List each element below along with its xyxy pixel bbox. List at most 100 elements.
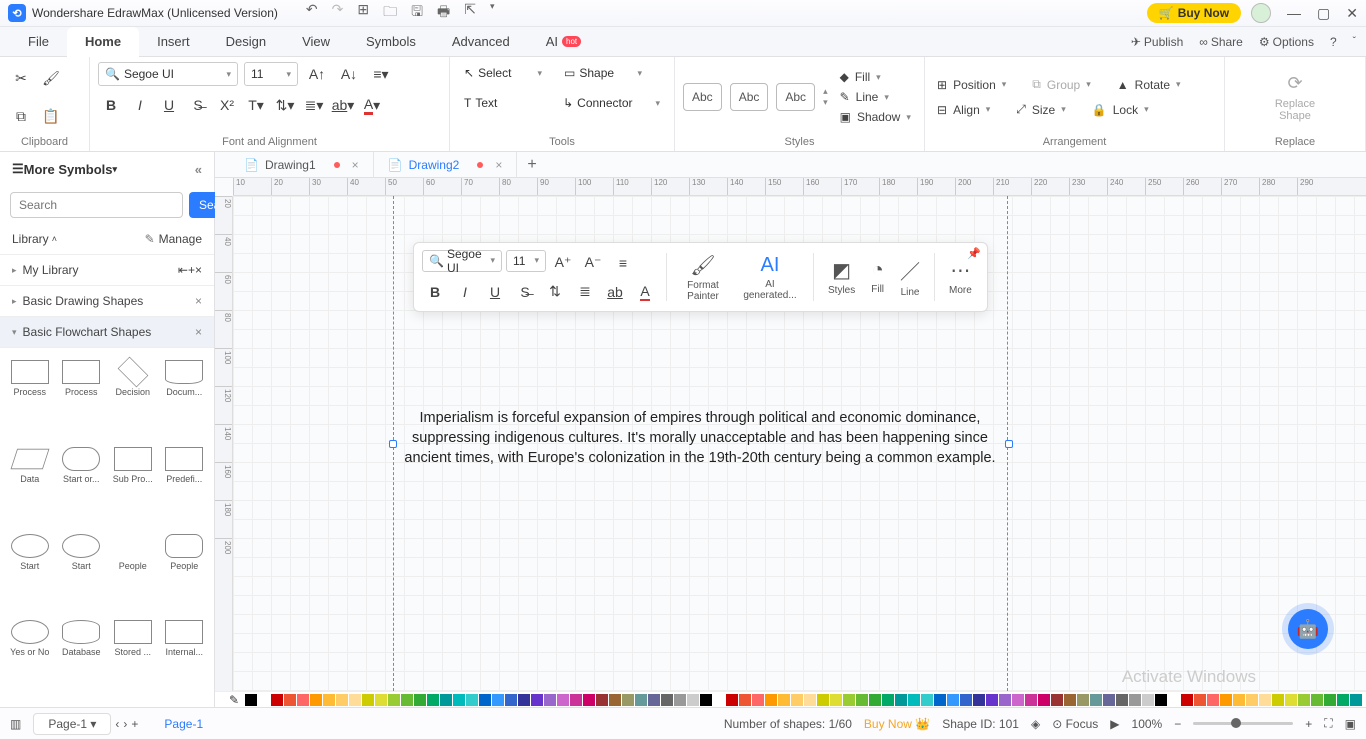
color-swatch[interactable] xyxy=(609,694,621,706)
color-swatch[interactable] xyxy=(804,694,816,706)
tab-home[interactable]: Home xyxy=(67,27,139,57)
shadow-button[interactable]: ▣ Shadow▾ xyxy=(836,108,915,126)
position-button[interactable]: ⊞ Position▾ xyxy=(933,76,1010,94)
color-swatch[interactable] xyxy=(531,694,543,706)
float-format-painter[interactable]: 🖌Format Painter xyxy=(675,251,731,304)
color-swatch[interactable] xyxy=(1025,694,1037,706)
color-swatch[interactable] xyxy=(245,694,257,706)
bold-icon[interactable]: B xyxy=(98,92,124,118)
color-swatch[interactable] xyxy=(934,694,946,706)
color-swatch[interactable] xyxy=(999,694,1011,706)
line-button[interactable]: ✎ Line▾ xyxy=(836,88,915,106)
tab-advanced[interactable]: Advanced xyxy=(434,27,528,57)
publish-link[interactable]: ✈ Publish xyxy=(1131,35,1183,49)
line-spacing-icon[interactable]: ⇅▾ xyxy=(272,92,298,118)
qat-more-icon[interactable]: ▾ xyxy=(490,1,495,25)
status-buy-link[interactable]: Buy Now 👑 xyxy=(864,717,930,731)
float-font-combo[interactable]: 🔍Segoe UI▾ xyxy=(422,250,502,272)
import-icon[interactable]: ⇤ xyxy=(178,263,188,277)
cut-icon[interactable]: ✂ xyxy=(8,65,34,91)
color-swatch[interactable] xyxy=(258,694,270,706)
connector-tool[interactable]: ↳ Connector▾ xyxy=(557,91,666,115)
close-tab-icon[interactable]: × xyxy=(495,158,502,172)
color-swatch[interactable] xyxy=(726,694,738,706)
buy-now-button[interactable]: 🛒Buy Now xyxy=(1147,3,1241,23)
color-swatch[interactable] xyxy=(349,694,361,706)
shape-item[interactable]: People xyxy=(161,530,209,613)
superscript-icon[interactable]: X² xyxy=(214,92,240,118)
add-page-icon[interactable]: + xyxy=(131,717,138,731)
color-swatch[interactable] xyxy=(1103,694,1115,706)
fit-page-icon[interactable]: ⛶ xyxy=(1324,716,1332,731)
color-swatch[interactable] xyxy=(752,694,764,706)
strike-icon[interactable]: S̶ xyxy=(185,92,211,118)
options-link[interactable]: ⚙ Options xyxy=(1259,35,1314,49)
color-swatch[interactable] xyxy=(1116,694,1128,706)
prev-page-icon[interactable]: ‹ xyxy=(115,717,119,731)
color-swatch[interactable] xyxy=(1298,694,1310,706)
shape-item[interactable]: Data xyxy=(6,443,54,526)
color-swatch[interactable] xyxy=(1168,694,1180,706)
color-swatch[interactable] xyxy=(674,694,686,706)
save-icon[interactable]: 🖫 xyxy=(411,1,423,25)
color-swatch[interactable] xyxy=(1194,694,1206,706)
float-ai-button[interactable]: AIAI generated... xyxy=(735,252,805,303)
zoom-in-icon[interactable]: + xyxy=(1305,717,1312,731)
float-numbered-icon[interactable]: ⇅ xyxy=(542,279,568,305)
tab-ai[interactable]: AIhot xyxy=(528,27,599,57)
style-preset-2[interactable]: Abc xyxy=(730,83,769,111)
page-selector[interactable]: Page-1 ▾ xyxy=(33,713,111,735)
color-swatch[interactable] xyxy=(843,694,855,706)
shape-item[interactable]: Internal... xyxy=(161,616,209,699)
doc-tab-drawing1[interactable]: 📄Drawing1× xyxy=(230,152,374,178)
color-swatch[interactable] xyxy=(596,694,608,706)
canvas[interactable]: Imperialism is forceful expansion of emp… xyxy=(233,196,1366,691)
color-swatch[interactable] xyxy=(1272,694,1284,706)
lock-button[interactable]: 🔒 Lock▾ xyxy=(1088,101,1153,119)
color-swatch[interactable] xyxy=(1077,694,1089,706)
cat-my-library[interactable]: ▸My Library⇤+× xyxy=(0,255,214,286)
float-fill[interactable]: ◔Fill xyxy=(865,257,890,297)
color-swatch[interactable] xyxy=(700,694,712,706)
color-swatch[interactable] xyxy=(1155,694,1167,706)
styles-more-icon[interactable]: ▴▾ xyxy=(823,86,828,108)
close-cat-icon[interactable]: × xyxy=(195,294,202,308)
share-link[interactable]: ∞ Share xyxy=(1199,35,1243,49)
style-preset-3[interactable]: Abc xyxy=(776,83,815,111)
color-swatch[interactable] xyxy=(1220,694,1232,706)
shape-item[interactable]: Docum... xyxy=(161,356,209,439)
shape-item[interactable]: People xyxy=(109,530,157,613)
maximize-icon[interactable]: ▢ xyxy=(1317,5,1330,22)
shape-item[interactable]: Predefi... xyxy=(161,443,209,526)
color-swatch[interactable] xyxy=(466,694,478,706)
color-swatch[interactable] xyxy=(895,694,907,706)
layers-icon[interactable]: ◈ xyxy=(1031,717,1040,731)
add-icon[interactable]: + xyxy=(188,263,195,277)
float-more[interactable]: ⋯More xyxy=(943,256,978,298)
color-swatch[interactable] xyxy=(1285,694,1297,706)
shape-item[interactable]: Start or... xyxy=(58,443,106,526)
color-swatch[interactable] xyxy=(557,694,569,706)
size-button[interactable]: ⤢ Size▾ xyxy=(1012,100,1069,119)
cat-basic-drawing[interactable]: ▸Basic Drawing Shapes× xyxy=(0,286,214,317)
float-highlight-icon[interactable]: ab xyxy=(602,279,628,305)
tab-insert[interactable]: Insert xyxy=(139,27,208,57)
float-italic-icon[interactable]: I xyxy=(452,279,478,305)
color-swatch[interactable] xyxy=(622,694,634,706)
next-page-icon[interactable]: › xyxy=(123,717,127,731)
color-swatch[interactable] xyxy=(362,694,374,706)
color-swatch[interactable] xyxy=(427,694,439,706)
hamburger-icon[interactable]: ☰ xyxy=(12,161,24,177)
color-swatch[interactable] xyxy=(1311,694,1323,706)
ribbon-collapse-icon[interactable]: ˇ xyxy=(1353,36,1356,47)
subscript-icon[interactable]: T▾ xyxy=(243,92,269,118)
tab-symbols[interactable]: Symbols xyxy=(348,27,434,57)
color-swatch[interactable] xyxy=(947,694,959,706)
align-button[interactable]: ⊟ Align▾ xyxy=(933,101,994,119)
bullets-icon[interactable]: ≣▾ xyxy=(301,92,327,118)
color-swatch[interactable] xyxy=(1233,694,1245,706)
color-swatch[interactable] xyxy=(1181,694,1193,706)
float-line[interactable]: ／Line xyxy=(894,254,926,300)
color-swatch[interactable] xyxy=(1012,694,1024,706)
color-swatch[interactable] xyxy=(570,694,582,706)
